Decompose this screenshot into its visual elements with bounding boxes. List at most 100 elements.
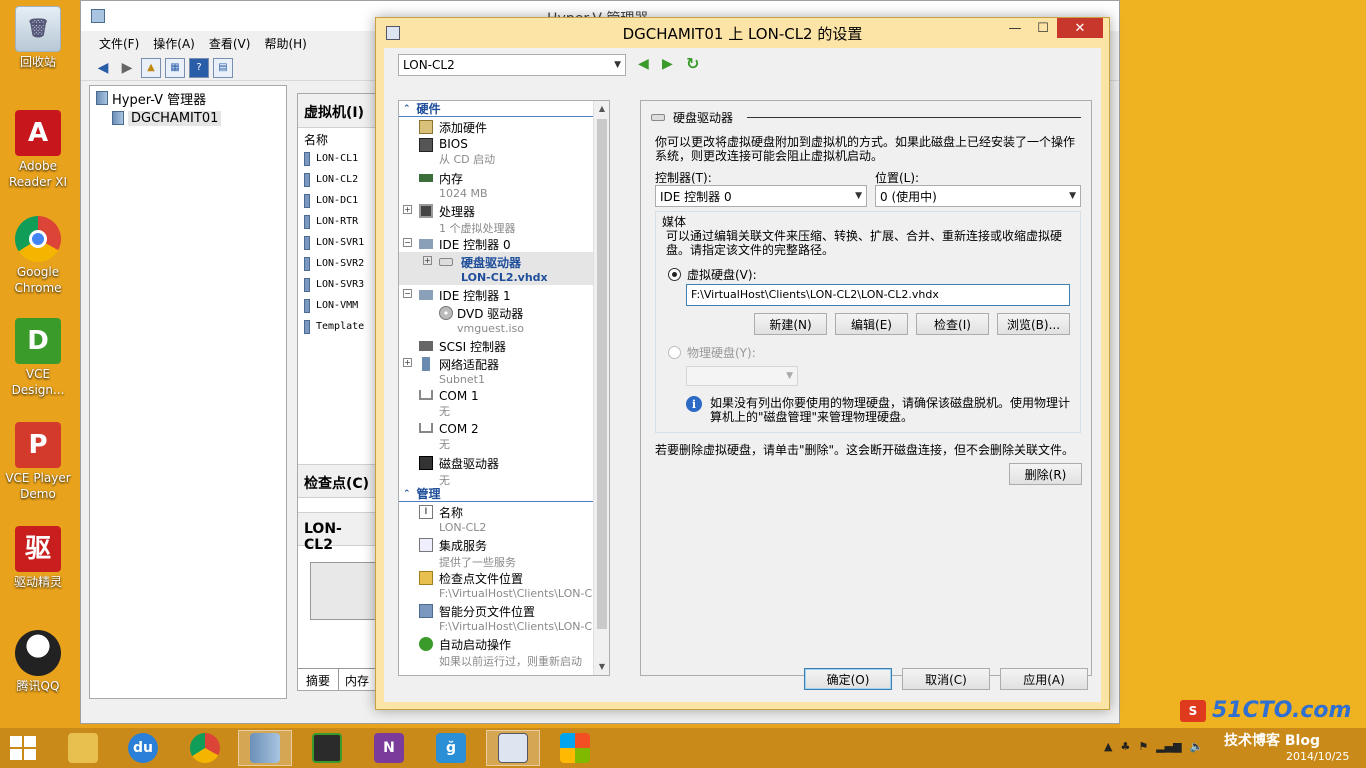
collapse-minus-icon[interactable]: − — [403, 289, 412, 298]
edit-button[interactable]: 编辑(E) — [835, 313, 908, 335]
nav-name[interactable]: I 名称 LON-CL2 — [399, 502, 609, 535]
taskbar-app-store[interactable]: ğ — [424, 730, 478, 766]
scroll-down-icon[interactable]: ▼ — [594, 659, 609, 675]
vm-selector[interactable]: LON-CL2 ▼ — [398, 54, 626, 76]
nav-ide-controller-0[interactable]: − IDE 控制器 0 — [399, 234, 609, 252]
expand-plus-icon[interactable]: + — [403, 358, 412, 367]
vm-row[interactable]: LON-CL2 — [298, 169, 376, 190]
taskbar-hyperv-manager[interactable] — [238, 730, 292, 766]
desktop-icon-driver-genius[interactable]: 驱 驱动精灵 — [0, 526, 76, 590]
desktop-icon-vce-designer[interactable]: D VCE Design... — [0, 318, 76, 398]
nav-diskette-drive[interactable]: 磁盘驱动器 无 — [399, 453, 609, 487]
tree-root[interactable]: Hyper-V 管理器 — [90, 88, 286, 108]
ok-button[interactable]: 确定(O) — [804, 668, 892, 690]
refresh-icon[interactable]: ↻ — [686, 54, 699, 73]
volume-icon[interactable]: 🔈 — [1190, 740, 1204, 753]
physical-disk-select[interactable]: ▼ — [686, 366, 798, 386]
up-folder-icon[interactable]: ▲ — [141, 57, 161, 78]
vm-row[interactable]: LON-SVR1 — [298, 232, 376, 253]
vm-row[interactable]: LON-DC1 — [298, 190, 376, 211]
new-button[interactable]: 新建(N) — [754, 313, 827, 335]
menu-help[interactable]: 帮助(H) — [264, 35, 306, 52]
nav-network-adapter[interactable]: + 网络适配器 Subnet1 — [399, 354, 609, 387]
location-select[interactable]: 0 (使用中) ▼ — [875, 185, 1081, 207]
desktop-icon-chrome[interactable]: Google Chrome — [0, 216, 76, 296]
collapse-minus-icon[interactable]: − — [403, 238, 412, 247]
nav-bios[interactable]: BIOS 从 CD 启动 — [399, 135, 609, 168]
previous-arrow-icon[interactable]: ◀ — [638, 56, 649, 72]
minimize-icon[interactable]: — — [1001, 18, 1029, 38]
taskbar-remote-desktop[interactable] — [300, 730, 354, 766]
nav-com2[interactable]: COM 2 无 — [399, 420, 609, 453]
controller-select[interactable]: IDE 控制器 0 ▼ — [655, 185, 867, 207]
virtual-hard-disk-radio[interactable] — [668, 268, 681, 281]
nav-processor[interactable]: + 处理器 1 个虚拟处理器 — [399, 201, 609, 235]
desktop-icon-adobe-reader[interactable]: A Adobe Reader XI — [0, 110, 76, 190]
tab-memory[interactable]: 内存 — [339, 669, 375, 690]
tree-server[interactable]: DGCHAMIT01 — [90, 108, 286, 128]
windows-start-icon[interactable] — [10, 736, 36, 760]
scrollbar-thumb[interactable] — [597, 119, 607, 629]
show-hidden-icons-icon[interactable]: ▲ — [1104, 740, 1112, 753]
nav-smart-paging-location[interactable]: 智能分页文件位置 F:\VirtualHost\Clients\LON-CL2\ — [399, 601, 609, 634]
next-arrow-icon[interactable]: ▶ — [662, 56, 673, 72]
tab-summary[interactable]: 摘要 — [298, 669, 340, 690]
back-arrow-icon[interactable]: ◀ — [93, 58, 113, 78]
navigation-scrollbar[interactable]: ▲ ▼ — [593, 101, 609, 675]
desktop-icon-vce-player[interactable]: P VCE Player Demo — [0, 422, 76, 502]
physical-hard-disk-option[interactable]: 物理硬盘(Y): — [668, 344, 756, 361]
network-icon[interactable]: ▂▄▆ — [1156, 740, 1181, 753]
taskbar-file-explorer[interactable] — [56, 730, 110, 766]
hardware-section-header[interactable]: ⌃ 硬件 — [399, 101, 609, 117]
taskbar-chrome[interactable] — [178, 730, 232, 766]
clock-date[interactable]: 2014/10/25 — [1286, 750, 1349, 763]
apply-button[interactable]: 应用(A) — [1000, 668, 1088, 690]
vm-row[interactable]: LON-VMM — [298, 295, 376, 316]
virtual-hard-disk-option[interactable]: 虚拟硬盘(V): — [668, 266, 757, 283]
vm-row[interactable]: LON-CL1 — [298, 148, 376, 169]
desktop-icon-recycle-bin[interactable]: 🗑 回收站 — [0, 6, 76, 70]
desktop-icon-qq[interactable]: 腾讯QQ — [0, 630, 76, 694]
expand-plus-icon[interactable]: + — [403, 205, 412, 214]
vhd-path-input[interactable]: F:\VirtualHost\Clients\LON-CL2\LON-CL2.v… — [686, 284, 1070, 306]
menu-action[interactable]: 操作(A) — [153, 35, 195, 52]
cancel-button[interactable]: 取消(C) — [902, 668, 990, 690]
action-pane-icon[interactable]: ▤ — [213, 57, 233, 78]
action-center-flag-icon[interactable]: ⚑ — [1138, 740, 1148, 753]
close-icon[interactable]: ✕ — [1057, 18, 1103, 38]
show-hide-tree-icon[interactable]: ▦ — [165, 57, 185, 78]
forward-arrow-icon[interactable]: ▶ — [117, 58, 137, 78]
browse-button[interactable]: 浏览(B)... — [997, 313, 1070, 335]
nav-scsi-controller[interactable]: SCSI 控制器 — [399, 336, 609, 354]
taskbar-onenote[interactable]: N — [362, 730, 416, 766]
vm-row[interactable]: Template — [298, 316, 376, 337]
physical-hard-disk-radio[interactable] — [668, 346, 681, 359]
vm-row[interactable]: LON-SVR3 — [298, 274, 376, 295]
menu-file[interactable]: 文件(F) — [99, 35, 139, 52]
nav-com1[interactable]: COM 1 无 — [399, 387, 609, 420]
management-section-header[interactable]: ⌃ 管理 — [399, 486, 609, 502]
remove-button[interactable]: 删除(R) — [1009, 463, 1082, 485]
nav-ide-controller-1[interactable]: − IDE 控制器 1 — [399, 285, 609, 303]
expand-plus-icon[interactable]: + — [423, 256, 432, 265]
taskbar-baidu-cloud[interactable]: du — [116, 730, 170, 766]
nav-automatic-start[interactable]: 自动启动操作 如果以前运行过，则重新启动 — [399, 634, 609, 668]
menu-view[interactable]: 查看(V) — [209, 35, 251, 52]
vm-column-header[interactable]: 名称 — [298, 128, 376, 148]
nav-hard-drive[interactable]: + 硬盘驱动器 LON-CL2.vhdx — [399, 252, 609, 285]
tray-app-icon[interactable]: ♣ — [1120, 740, 1130, 753]
nav-memory[interactable]: 内存 1024 MB — [399, 168, 609, 201]
nav-label: 检查点文件位置 — [439, 572, 524, 586]
vm-row[interactable]: LON-RTR — [298, 211, 376, 232]
maximize-icon[interactable]: ☐ — [1029, 18, 1057, 38]
inspect-button[interactable]: 检查(I) — [916, 313, 989, 335]
nav-dvd-drive[interactable]: DVD 驱动器 vmguest.iso — [399, 303, 609, 336]
scroll-up-icon[interactable]: ▲ — [594, 101, 609, 117]
taskbar-windows-store[interactable] — [548, 730, 602, 766]
taskbar-vm-connect[interactable] — [486, 730, 540, 766]
help-icon[interactable]: ? — [189, 57, 209, 78]
nav-integration-services[interactable]: 集成服务 提供了一些服务 — [399, 535, 609, 569]
vm-row[interactable]: LON-SVR2 — [298, 253, 376, 274]
nav-add-hardware[interactable]: 添加硬件 — [399, 117, 609, 135]
nav-checkpoint-location[interactable]: 检查点文件位置 F:\VirtualHost\Clients\LON-CL2\ — [399, 568, 609, 601]
